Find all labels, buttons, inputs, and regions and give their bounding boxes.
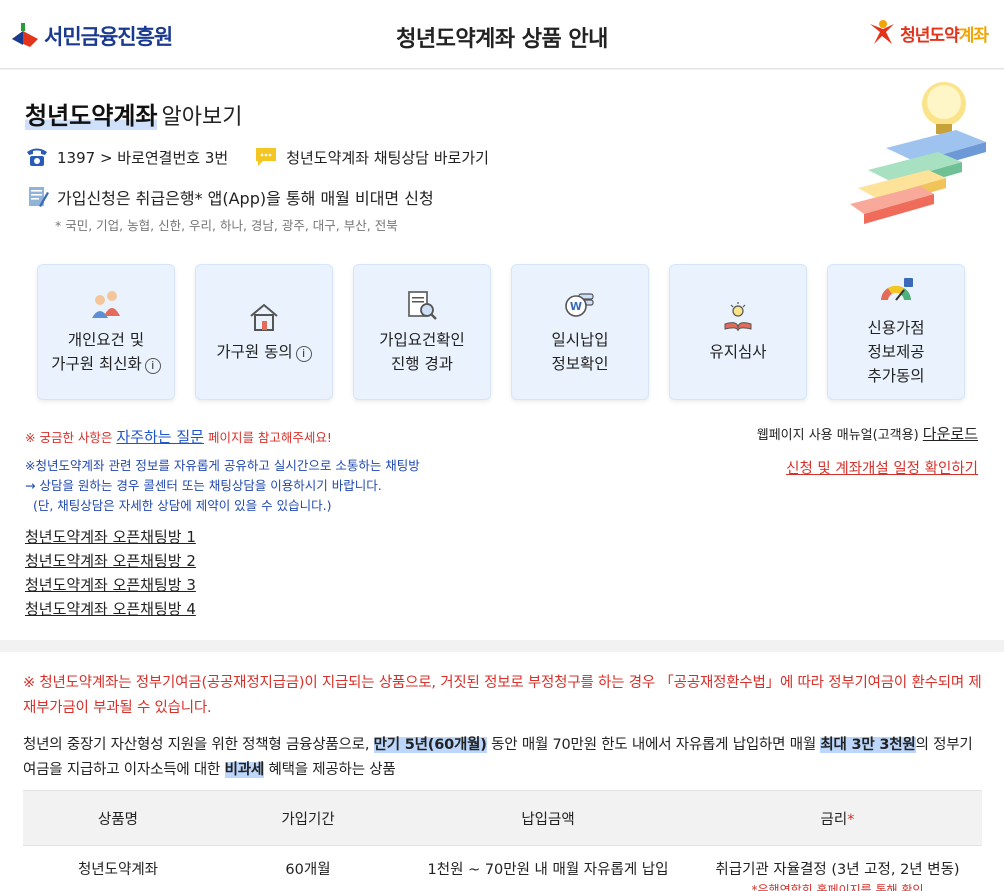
chat-info-line: (단, 채팅상담은 자세한 상담에 제약이 있을 수 있습니다.) <box>25 498 332 513</box>
intro-title: 청년도약계좌 알아보기 <box>25 96 242 131</box>
table-header: 가입기간 <box>213 790 403 846</box>
open-chat-room-link[interactable]: 청년도약계좌 오픈채팅방 3 <box>25 573 196 597</box>
card-label-4a: 일시납입 <box>551 331 609 349</box>
manual-download-link[interactable]: 다운로드 <box>923 425 978 443</box>
logo-right-text-a: 청년도약 <box>900 25 960 46</box>
card-household-consent[interactable]: 가구원 동의 i <box>195 264 333 400</box>
page-header: 서민금융진흥원 청년도약계좌 상품 안내 청년도약계좌 <box>0 0 1004 69</box>
bank-list: * 국민, 기업, 농협, 신한, 우리, 하나, 경남, 광주, 대구, 부산… <box>55 218 398 233</box>
phone-contact[interactable]: 1397 > 바로연결번호 3번 <box>25 146 228 168</box>
book-lightbulb-icon <box>724 302 752 332</box>
rate-header-label: 금리 <box>820 811 848 828</box>
card-label-6a: 신용가점 <box>867 319 925 337</box>
product-info-section: ※ 청년도약계좌는 정부기여금(공공재정지급금)이 지급되는 상품으로, 거짓된… <box>0 652 1004 891</box>
telephone-icon <box>27 148 47 166</box>
svg-text:W: W <box>570 300 582 313</box>
chat-consult-link[interactable]: 청년도약계좌 채팅상담 바로가기 <box>254 146 489 168</box>
card-label-1b: 가구원 최신화 <box>51 355 142 373</box>
manual-prefix: 웹페이지 사용 매뉴얼(고객용) <box>756 428 923 443</box>
desc-part: 청년의 중장기 자산형성 지원을 위한 정책형 금융상품으로, <box>23 737 374 753</box>
rate-text: 취급기관 자율결정 (3년 고정, 2년 변동) <box>715 862 960 878</box>
table-header: 납입금액 <box>403 790 693 846</box>
table-header: 상품명 <box>23 790 213 846</box>
desc-highlight: 비과세 <box>224 762 265 778</box>
manual-download: 웹페이지 사용 매뉴얼(고객용) 다운로드 <box>757 423 978 444</box>
youth-account-logo[interactable]: 청년도약계좌 <box>866 18 989 48</box>
page-title: 청년도약계좌 상품 안내 <box>396 27 608 52</box>
intro-section: 청년도약계좌 알아보기 1397 > 바로연결번호 3번 청년도약계좌 채팅상담 … <box>0 70 1004 640</box>
table-cell: 1천원 ~ 70만원 내 매월 자유롭게 납입 <box>403 845 693 891</box>
faq-suffix: 페이지를 참고해주세요! <box>203 430 332 445</box>
faq-note: ※ 궁금한 사항은 자주하는 질문 페이지를 참고해주세요! <box>25 426 332 447</box>
open-chat-room-link[interactable]: 청년도약계좌 오픈채팅방 4 <box>25 597 196 621</box>
open-chat-room-link[interactable]: 청년도약계좌 오픈채팅방 1 <box>25 525 196 549</box>
contact-row: 1397 > 바로연결번호 3번 청년도약계좌 채팅상담 바로가기 <box>25 146 515 168</box>
info-icon[interactable]: i <box>295 346 312 362</box>
document-search-icon <box>408 291 437 320</box>
star-person-icon <box>870 20 895 44</box>
card-label-3b: 진행 경과 <box>391 355 453 373</box>
family-icon <box>92 291 120 318</box>
gauge-icon <box>881 278 913 301</box>
card-eligibility-progress[interactable]: 가입요건확인진행 경과 <box>353 264 491 400</box>
house-icon <box>250 303 278 331</box>
chat-consult-text: 청년도약계좌 채팅상담 바로가기 <box>286 148 489 167</box>
faq-link[interactable]: 자주하는 질문 <box>116 428 204 446</box>
card-label-6b: 정보제공 <box>867 343 925 361</box>
product-table: 상품명 가입기간 납입금액 금리* 청년도약계좌 60개월 1천원 ~ 70만원… <box>23 790 982 891</box>
card-label-5a: 유지심사 <box>709 343 767 361</box>
open-chat-rooms: 청년도약계좌 오픈채팅방 1 청년도약계좌 오픈채팅방 2 청년도약계좌 오픈채… <box>25 525 196 621</box>
desc-highlight: 최대 3만 3천원 <box>820 737 916 753</box>
schedule-link[interactable]: 신청 및 계좌개설 일정 확인하기 <box>786 457 978 478</box>
intro-title-highlight: 청년도약계좌 <box>25 102 158 130</box>
lightbulb-stairs-illustration <box>850 82 986 224</box>
card-label-1a: 개인요건 및 <box>67 331 145 349</box>
apply-info: 가입신청은 취급은행* 앱(App)을 통해 매월 비대면 신청 <box>25 185 434 209</box>
faq-prefix: ※ 궁금한 사항은 <box>25 430 117 445</box>
table-cell: 취급기관 자율결정 (3년 고정, 2년 변동) *은행연합회 홈페이지를 통해… <box>693 845 982 891</box>
card-maintenance-review[interactable]: 유지심사 <box>669 264 807 400</box>
card-label-4b: 정보확인 <box>551 355 609 373</box>
won-coin-icon: W <box>565 293 594 317</box>
apply-text: 가입신청은 취급은행* 앱(App)을 통해 매월 비대면 신청 <box>57 189 434 208</box>
table-header-row: 상품명 가입기간 납입금액 금리* <box>23 790 982 846</box>
table-cell: 60개월 <box>213 845 403 891</box>
product-description: 청년의 중장기 자산형성 지원을 위한 정책형 금융상품으로, 만기 5년(60… <box>23 733 985 783</box>
card-label-2a: 가구원 동의 <box>216 343 293 361</box>
chat-bubble-icon <box>256 148 277 166</box>
rate-marker: * <box>847 811 855 828</box>
card-label-3a: 가입요건확인 <box>379 331 465 349</box>
open-chat-info: ※청년도약계좌 관련 정보를 자유롭게 공유하고 실시간으로 소통하는 채팅방 … <box>25 456 420 516</box>
service-cards: 개인요건 및 가구원 최신화 i 가구원 동의 i 가입요건확인 진행 경과 W… <box>37 264 965 400</box>
chat-info-line: ※청년도약계좌 관련 정보를 자유롭게 공유하고 실시간으로 소통하는 채팅방 <box>25 458 420 473</box>
rate-note: *은행연합회 홈페이지를 통해 확인 <box>751 883 924 891</box>
desc-part: 동안 매월 70만원 한도 내에서 자유롭게 납입하면 매월 <box>486 737 821 753</box>
phone-text: 1397 > 바로연결번호 3번 <box>57 148 229 167</box>
intro-title-rest: 알아보기 <box>161 105 243 130</box>
document-icon <box>29 187 49 207</box>
desc-part: 혜택을 제공하는 상품 <box>264 762 396 778</box>
table-row: 청년도약계좌 60개월 1천원 ~ 70만원 내 매월 자유롭게 납입 취급기관… <box>23 845 982 891</box>
fraud-warning: ※ 청년도약계좌는 정부기여금(공공재정지급금)이 지급되는 상품으로, 거짓된… <box>23 675 982 716</box>
card-lump-sum-info[interactable]: W 일시납입정보확인 <box>511 264 649 400</box>
table-header: 금리* <box>693 790 982 846</box>
card-credit-consent[interactable]: 신용가점정보제공추가동의 <box>827 264 965 400</box>
card-label-6c: 추가동의 <box>867 367 925 385</box>
info-icon[interactable]: i <box>144 358 161 374</box>
desc-highlight: 만기 5년(60개월) <box>373 737 487 753</box>
open-chat-room-link[interactable]: 청년도약계좌 오픈채팅방 2 <box>25 549 196 573</box>
logo-right-text-b: 계좌 <box>958 25 989 46</box>
card-personal-update[interactable]: 개인요건 및가구원 최신화 i <box>37 264 175 400</box>
table-cell: 청년도약계좌 <box>23 845 213 891</box>
chat-info-line: → 상담을 원하는 경우 콜센터 또는 채팅상담을 이용하시기 바랍니다. <box>25 478 382 493</box>
